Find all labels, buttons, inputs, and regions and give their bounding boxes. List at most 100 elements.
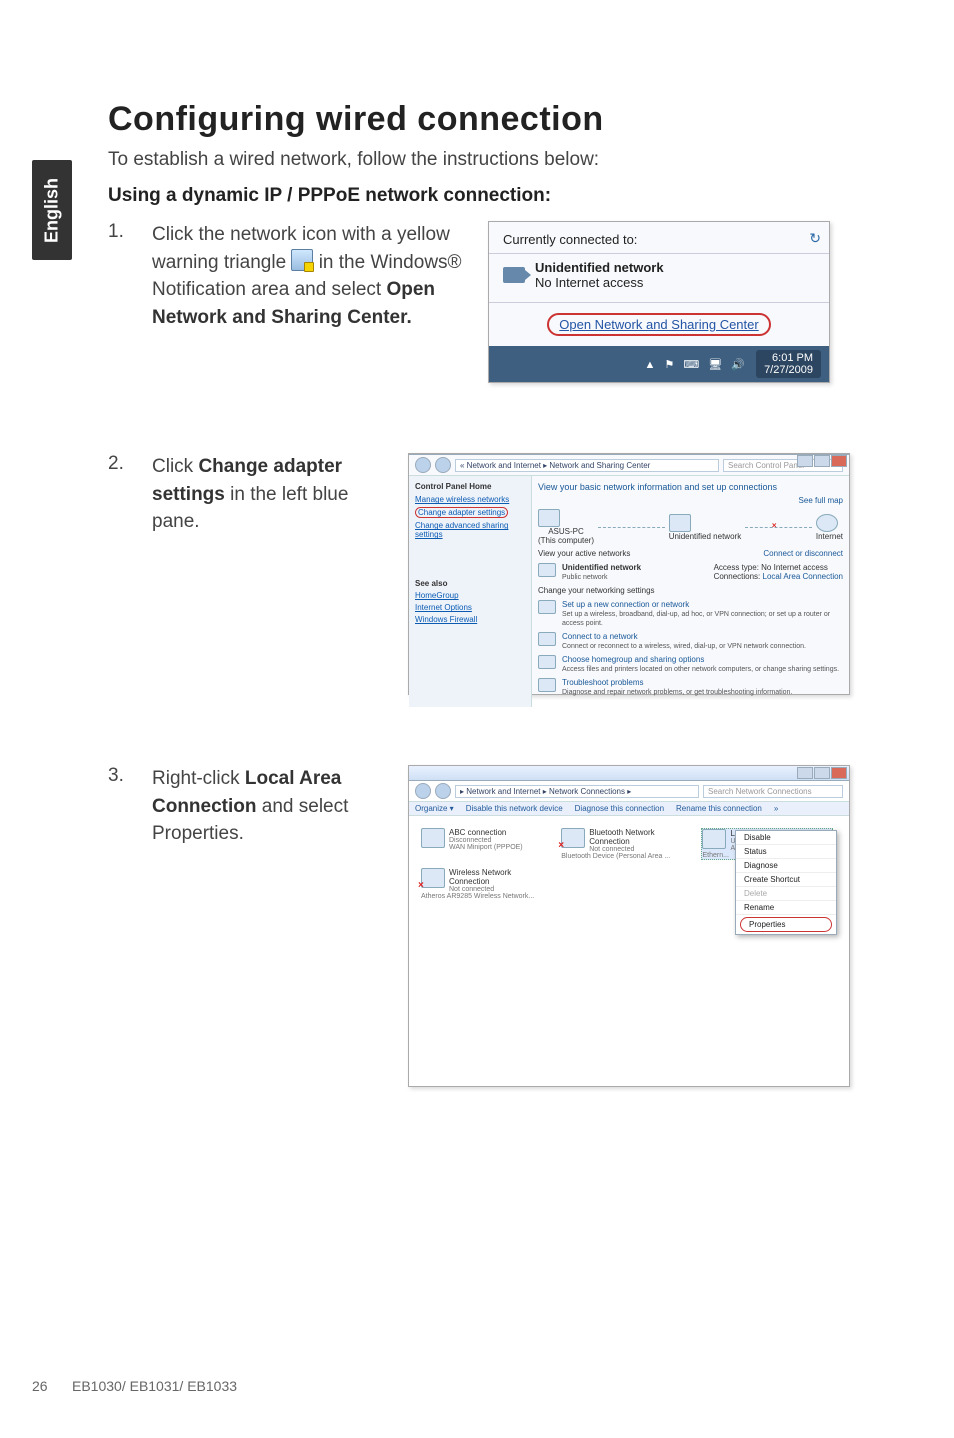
network-name: Unidentified network [535, 260, 664, 275]
section-subhead: Using a dynamic IP / PPPoE network conne… [108, 185, 878, 207]
sidebar-homegroup[interactable]: HomeGroup [415, 591, 525, 600]
toolbar-diagnose[interactable]: Diagnose this connection [575, 804, 664, 813]
window-titlebar [409, 454, 849, 455]
sidebar-manage-wireless[interactable]: Manage wireless networks [415, 495, 525, 504]
step-text: Click Change adapter settings in the lef… [152, 453, 392, 536]
ctx-status[interactable]: Status [736, 845, 836, 859]
sidebar: Control Panel Home Manage wireless netwo… [409, 476, 532, 707]
step-text: Click the network icon with a yellow war… [152, 221, 472, 331]
maximize-button[interactable] [814, 455, 830, 467]
internet-label: Internet [816, 532, 843, 541]
step-2: 2. Click Change adapter settings in the … [108, 453, 878, 695]
troubleshoot-link[interactable]: Troubleshoot problems [562, 678, 644, 687]
troubleshoot-sub: Diagnose and repair network problems, or… [562, 689, 792, 696]
access-type-label: Access type: [714, 563, 759, 572]
highlight-oval: Change adapter settings [415, 507, 508, 518]
ctx-rename[interactable]: Rename [736, 901, 836, 915]
connect-disconnect-link[interactable]: Connect or disconnect [763, 549, 843, 558]
system-tray: ▲ ⚑ ⌨ 🖥 🔊 6:01 PM 7/27/2009 [489, 346, 829, 382]
step-number: 1. [108, 221, 136, 243]
ctx-properties-highlight[interactable]: Properties [740, 917, 832, 932]
setup-connection-sub: Set up a wireless, broadband, dial-up, a… [562, 611, 830, 627]
toolbar-disable[interactable]: Disable this network device [466, 804, 563, 813]
pc-label: ASUS-PC [538, 527, 594, 536]
text: Click [152, 456, 198, 477]
troubleshoot-icon [538, 678, 556, 692]
internet-icon [816, 514, 838, 532]
close-button[interactable] [831, 455, 847, 467]
map-link [598, 527, 665, 528]
nav-back-button[interactable] [415, 783, 431, 799]
open-network-sharing-link[interactable]: Open Network and Sharing Center [559, 317, 758, 332]
figure-network-popup: ↻ Currently connected to: Unidentified n… [488, 221, 830, 383]
ctx-disable[interactable]: Disable [736, 831, 836, 845]
page-footer: 26 EB1030/ EB1031/ EB1033 [32, 1378, 237, 1394]
active-networks-header: View your active networks [538, 549, 630, 558]
toolbar-more[interactable]: » [774, 804, 778, 813]
connection-icon [702, 829, 726, 849]
search-input[interactable]: Search Network Connections [703, 785, 843, 798]
connect-network-sub: Connect or reconnect to a wireless, wire… [562, 643, 806, 650]
text: Right-click [152, 768, 245, 789]
connect-icon [538, 632, 556, 646]
nav-back-button[interactable] [415, 457, 431, 473]
currently-connected-label: Currently connected to: [503, 232, 815, 247]
refresh-icon[interactable]: ↻ [809, 230, 821, 247]
sidebar-advanced-sharing[interactable]: Change advanced sharing settings [415, 521, 525, 539]
minimize-button[interactable] [797, 455, 813, 467]
see-full-map-link[interactable]: See full map [538, 496, 843, 505]
address-breadcrumb[interactable]: « Network and Internet ▸ Network and Sha… [455, 459, 719, 472]
model-label: EB1030/ EB1031/ EB1033 [72, 1378, 237, 1394]
access-type-value: No Internet access [761, 563, 828, 572]
main-title: View your basic network information and … [538, 482, 843, 492]
toolbar-rename[interactable]: Rename this connection [676, 804, 762, 813]
minimize-button[interactable] [797, 767, 813, 779]
tray-clock[interactable]: 6:01 PM 7/27/2009 [756, 350, 821, 378]
sidebar-change-adapter-highlight[interactable]: Change adapter settings [415, 507, 525, 518]
step-text: Right-click Local Area Connection and se… [152, 765, 392, 848]
ctx-delete: Delete [736, 887, 836, 901]
tray-icons[interactable]: ▲ ⚑ ⌨ 🖥 🔊 [645, 358, 749, 371]
connection-device: Bluetooth Device (Personal Area ... [561, 853, 691, 860]
connection-bluetooth[interactable]: Bluetooth Network Connection Not connect… [561, 828, 691, 860]
homegroup-icon [538, 655, 556, 669]
sidebar-home[interactable]: Control Panel Home [415, 482, 525, 491]
network-sub: No Internet access [535, 275, 643, 290]
homegroup-link[interactable]: Choose homegroup and sharing options [562, 655, 704, 664]
map-link-broken: × [745, 527, 812, 528]
page-number: 26 [32, 1378, 52, 1394]
context-menu: Disable Status Diagnose Create Shortcut … [735, 830, 837, 935]
network-warning-icon [291, 249, 313, 271]
connections-value-link[interactable]: Local Area Connection [763, 572, 844, 581]
connection-icon [421, 868, 445, 888]
nav-forward-button[interactable] [435, 783, 451, 799]
setup-connection-link[interactable]: Set up a new connection or network [562, 600, 689, 609]
tray-time: 6:01 PM [772, 352, 813, 364]
language-tab: English [32, 160, 72, 260]
address-breadcrumb[interactable]: ▸ Network and Internet ▸ Network Connect… [455, 785, 699, 798]
pc-sublabel: (This computer) [538, 536, 594, 545]
step-1: 1. Click the network icon with a yellow … [108, 221, 878, 383]
step-3: 3. Right-click Local Area Connection and… [108, 765, 878, 1087]
network-thumb-icon [538, 563, 556, 577]
connections-label: Connections: [714, 572, 761, 581]
ctx-diagnose[interactable]: Diagnose [736, 859, 836, 873]
sidebar-windows-firewall[interactable]: Windows Firewall [415, 615, 525, 624]
unidentified-label: Unidentified network [669, 532, 741, 541]
sidebar-internet-options[interactable]: Internet Options [415, 603, 525, 612]
connection-abc[interactable]: ABC connection Disconnected WAN Miniport… [421, 828, 551, 851]
step-number: 2. [108, 453, 136, 475]
connection-wireless[interactable]: Wireless Network Connection Not connecte… [421, 868, 551, 900]
page-title: Configuring wired connection [108, 100, 878, 139]
toolbar: Organize ▾ Disable this network device D… [409, 802, 849, 816]
organize-menu[interactable]: Organize ▾ [415, 804, 454, 813]
maximize-button[interactable] [814, 767, 830, 779]
highlight-oval: Open Network and Sharing Center [547, 313, 770, 336]
connect-network-link[interactable]: Connect to a network [562, 632, 638, 641]
ctx-create-shortcut[interactable]: Create Shortcut [736, 873, 836, 887]
sidebar-seealso: See also [415, 579, 525, 588]
tray-date: 7/27/2009 [764, 364, 813, 376]
active-network-type: Public network [562, 574, 608, 581]
close-button[interactable] [831, 767, 847, 779]
nav-forward-button[interactable] [435, 457, 451, 473]
